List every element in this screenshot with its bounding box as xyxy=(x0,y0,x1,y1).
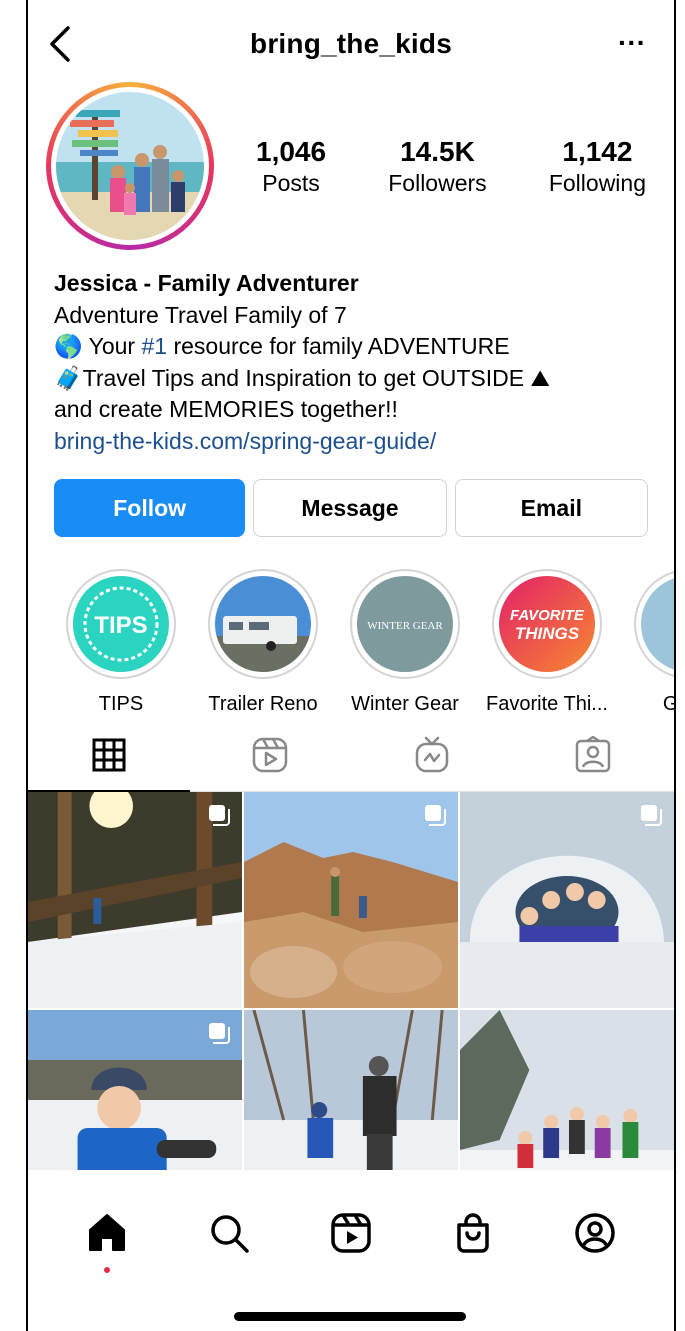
nav-profile[interactable] xyxy=(569,1207,621,1259)
stat-posts[interactable]: 1,046 Posts xyxy=(256,136,326,197)
message-button[interactable]: Message xyxy=(253,479,447,537)
bio-website-link[interactable]: bring-the-kids.com/spring-gear-guide/ xyxy=(54,426,674,458)
tab-igtv[interactable] xyxy=(351,719,513,791)
stat-value: 1,142 xyxy=(562,136,633,167)
page-title: bring_the_kids xyxy=(250,28,452,59)
post-thumbnail xyxy=(460,1010,674,1170)
stat-value: 14.5K xyxy=(400,136,475,167)
highlight-cover xyxy=(215,576,311,672)
bio-line: 🌎 Your #1 resource for family ADVENTURE xyxy=(54,331,674,363)
tab-grid[interactable] xyxy=(28,719,190,791)
highlight-gift-guide[interactable]: Gi gui Gift G xyxy=(618,569,674,719)
stat-label: Posts xyxy=(262,170,320,196)
nav-home[interactable] xyxy=(81,1207,133,1273)
content-tabs xyxy=(28,719,674,792)
multiple-photos-icon xyxy=(641,805,662,826)
email-button[interactable]: Email xyxy=(454,479,648,537)
bio-line: and create MEMORIES together!! xyxy=(54,396,398,422)
highlight-cover: WINTER GEAR xyxy=(357,576,453,672)
highlight-cover-text: THINGS xyxy=(515,624,580,643)
grid-post[interactable] xyxy=(28,1010,242,1170)
home-indicator[interactable] xyxy=(234,1312,466,1321)
more-options-icon[interactable]: ··· xyxy=(618,29,646,57)
search-icon xyxy=(211,1215,249,1253)
avatar[interactable] xyxy=(46,82,214,250)
bio-text: Your xyxy=(82,333,142,359)
grid-post[interactable] xyxy=(244,1010,458,1170)
header: bring_the_kids ··· xyxy=(28,0,674,90)
notification-dot xyxy=(104,1267,110,1273)
highlight-winter-gear[interactable]: WINTER GEAR Winter Gear xyxy=(334,569,476,719)
grid-post[interactable] xyxy=(244,792,458,1008)
bio-line: 🧳Travel Tips and Inspiration to get OUTS… xyxy=(54,363,674,395)
post-grid xyxy=(28,792,674,1170)
profile-summary: 1,046 Posts 14.5K Followers 1,142 Follow… xyxy=(28,82,674,258)
highlight-label: TIPS xyxy=(98,693,144,715)
grid-icon xyxy=(92,738,126,772)
post-thumbnail xyxy=(244,1010,458,1170)
follow-button[interactable]: Follow xyxy=(54,479,246,537)
highlight-tips[interactable]: TIPS TIPS xyxy=(50,569,192,719)
nav-search[interactable] xyxy=(203,1207,255,1259)
tab-reels[interactable] xyxy=(190,719,352,791)
profile-name: Jessica - Family Adventurer xyxy=(54,270,359,296)
highlight-cover-text: FAVORITE xyxy=(510,607,585,624)
profile-bio: Jessica - Family Adventurer Adventure Tr… xyxy=(28,268,674,457)
highlight-label: Gift G xyxy=(618,693,674,716)
profile-screen: bring_the_kids ··· 1,046 Posts 14.5K Fol… xyxy=(26,0,676,1331)
stat-label: Following xyxy=(548,170,646,196)
grid-post[interactable] xyxy=(460,1010,674,1170)
nav-reels[interactable] xyxy=(325,1207,377,1259)
bio-text: resource for family ADVENTURE xyxy=(167,333,510,359)
highlight-favorite-things[interactable]: FAVORITE THINGS Favorite Thi... xyxy=(476,569,618,719)
story-highlights: TIPS TIPS Trailer Reno WINTER GEAR Winte… xyxy=(28,569,674,719)
highlight-label: Trailer Reno xyxy=(208,693,318,715)
highlight-cover: TIPS xyxy=(73,576,169,672)
multiple-photos-icon xyxy=(209,805,230,826)
stat-following[interactable]: 1,142 Following xyxy=(549,136,646,197)
highlight-cover: Gi gui xyxy=(641,576,674,672)
multiple-photos-icon xyxy=(209,1023,230,1044)
highlight-label: Favorite Thi... xyxy=(486,693,608,715)
highlight-cover-text: WINTER GEAR xyxy=(367,620,443,632)
grid-post[interactable] xyxy=(28,792,242,1008)
highlight-trailer-reno[interactable]: Trailer Reno xyxy=(192,569,334,719)
hashtag-link[interactable]: #1 xyxy=(141,333,167,359)
mountain-icon: ⛰ xyxy=(530,364,550,391)
reels-icon xyxy=(331,1213,371,1253)
profile-actions: Follow Message Email xyxy=(28,479,674,537)
bio-line: Adventure Travel Family of 7 xyxy=(54,301,347,328)
shopping-bag-icon xyxy=(457,1213,489,1253)
highlight-label: Winter Gear xyxy=(351,693,459,715)
luggage-icon: 🧳 xyxy=(54,364,83,391)
highlight-cover: FAVORITE THINGS xyxy=(499,576,595,672)
highlight-cover-text: TIPS xyxy=(94,612,147,639)
tab-tagged[interactable] xyxy=(513,719,675,791)
stat-value: 1,046 xyxy=(256,136,327,167)
stat-label: Followers xyxy=(388,170,487,196)
grid-post[interactable] xyxy=(460,792,674,1008)
profile-stats: 1,046 Posts 14.5K Followers 1,142 Follow… xyxy=(256,136,646,197)
profile-icon xyxy=(575,1213,615,1253)
reels-icon xyxy=(253,737,288,773)
multiple-photos-icon xyxy=(425,805,446,826)
bio-text: Travel Tips and Inspiration to get OUTSI… xyxy=(82,364,531,391)
globe-icon: 🌎 xyxy=(54,333,83,359)
igtv-icon xyxy=(415,736,448,773)
tagged-person-icon xyxy=(576,736,611,773)
stat-followers[interactable]: 14.5K Followers xyxy=(388,136,486,197)
home-icon xyxy=(89,1214,125,1251)
avatar-photo xyxy=(56,92,204,240)
nav-shop[interactable] xyxy=(447,1207,499,1259)
bottom-navigation xyxy=(28,1195,674,1273)
